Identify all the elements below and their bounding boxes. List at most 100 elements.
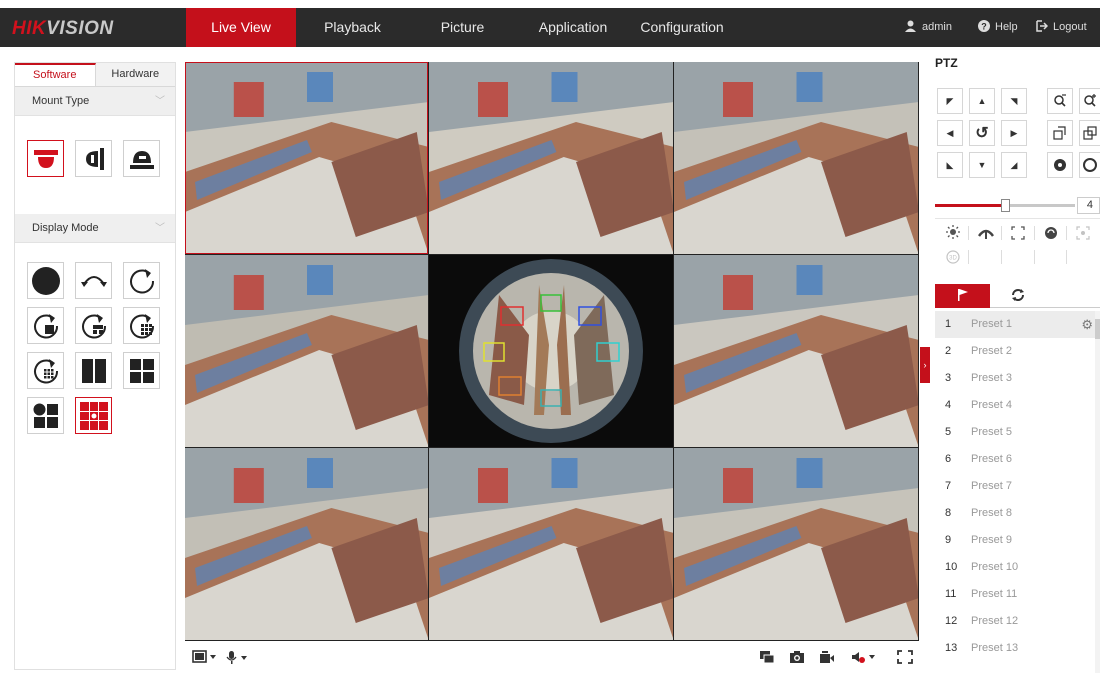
window-layout-button[interactable] <box>192 650 218 664</box>
manual-tracking-icon[interactable] <box>1072 223 1094 243</box>
preset-row[interactable]: 4 Preset 4 <box>935 392 1095 419</box>
ptz-speed-value: 4 <box>1077 197 1100 214</box>
ptz-video-window[interactable] <box>429 448 673 640</box>
wall-mount-icon[interactable] <box>75 140 112 177</box>
ptz-video-window[interactable] <box>185 255 428 447</box>
logout-link[interactable]: Logout <box>1036 8 1087 47</box>
preset-row[interactable]: 3 Preset 3 <box>935 365 1095 392</box>
ptz-down-button[interactable]: ▼ <box>969 152 995 178</box>
zoom-in-icon[interactable] <box>1079 88 1100 114</box>
tab-pattern[interactable] <box>1045 284 1100 308</box>
tab-playback[interactable]: Playback <box>305 8 400 47</box>
tab-picture[interactable]: Picture <box>420 8 505 47</box>
logout-icon <box>1036 10 1049 49</box>
preset-row[interactable]: 1 Preset 1 ⚙ <box>935 311 1095 338</box>
4-ptz-icon[interactable] <box>123 352 160 389</box>
360-panorama-ptz-icon[interactable] <box>27 307 64 344</box>
ceiling-mount-icon[interactable] <box>27 140 64 177</box>
ptz-down-right-button[interactable]: ◢ <box>1001 152 1027 178</box>
preset-scrollbar-thumb[interactable] <box>1095 319 1100 339</box>
preset-scrollbar[interactable] <box>1095 311 1100 673</box>
360-panorama-8ptz-icon[interactable] <box>27 352 64 389</box>
360-panorama-icon[interactable] <box>123 262 160 299</box>
ptz-video-window[interactable] <box>674 255 918 447</box>
preset-row[interactable]: 2 Preset 2 <box>935 338 1095 365</box>
ptz-speed-slider[interactable] <box>935 199 1075 212</box>
microphone-button[interactable] <box>225 650 251 664</box>
desktop-mount-icon[interactable] <box>123 140 160 177</box>
fullscreen-icon[interactable] <box>897 650 913 664</box>
preset-row[interactable]: 6 Preset 6 <box>935 446 1095 473</box>
3d-positioning-icon[interactable]: 3D <box>942 247 964 267</box>
tab-application[interactable]: Application <box>527 8 619 47</box>
preset-row[interactable]: 8 Preset 8 <box>935 500 1095 527</box>
ptz-auto-scan-button[interactable]: ↺ <box>969 120 995 146</box>
help-link[interactable]: ? Help <box>978 8 1018 47</box>
ptz-down-left-button[interactable]: ◣ <box>937 152 963 178</box>
ptz-video-window[interactable] <box>674 62 918 254</box>
ptz-speed-handle[interactable] <box>1001 199 1010 212</box>
top-bar: HIKVISION Live View Playback Picture App… <box>0 0 1100 47</box>
capture-icon[interactable] <box>789 650 805 664</box>
ptz-up-right-button[interactable]: ◥ <box>1001 88 1027 114</box>
ptz-video-window[interactable] <box>185 448 428 640</box>
preset-row[interactable]: 11 Preset 11 <box>935 581 1095 608</box>
fisheye-video-window[interactable] <box>429 255 673 447</box>
gear-icon[interactable]: ⚙ <box>1081 311 1093 338</box>
preset-number: 4 <box>945 399 952 411</box>
focus-near-icon[interactable] <box>1047 120 1073 146</box>
chevron-down-icon: ﹀ <box>155 223 165 234</box>
ptz-right-button[interactable]: ▶ <box>1001 120 1027 146</box>
tab-software[interactable]: Software <box>15 63 96 86</box>
ptz-video-window[interactable] <box>429 62 673 254</box>
display-mode-header[interactable]: Display Mode ﹀ <box>15 214 175 243</box>
ptz-video-window[interactable] <box>185 62 428 254</box>
tab-patrol[interactable] <box>990 284 1045 308</box>
ptz-up-left-button[interactable]: ◤ <box>937 88 963 114</box>
iris-open-icon[interactable] <box>1079 152 1100 178</box>
preset-row[interactable]: 5 Preset 5 <box>935 419 1095 446</box>
half-dual-panorama-icon[interactable] <box>75 352 112 389</box>
mount-type-header[interactable]: Mount Type ﹀ <box>15 87 175 116</box>
zoom-out-icon[interactable] <box>1047 88 1073 114</box>
iris-close-icon[interactable] <box>1047 152 1073 178</box>
preset-number: 11 <box>945 588 957 600</box>
360-panorama-6ptz-icon[interactable] <box>123 307 160 344</box>
ptz-left-button[interactable]: ◀ <box>937 120 963 146</box>
ptz-video-window[interactable] <box>674 448 918 640</box>
tab-live-view[interactable]: Live View <box>186 8 296 47</box>
lens-initialization-icon[interactable] <box>1040 223 1062 243</box>
fisheye-view-icon[interactable] <box>27 262 64 299</box>
preset-row[interactable]: 10 Preset 10 <box>935 554 1095 581</box>
collapse-ptz-panel-button[interactable]: › <box>920 347 930 383</box>
preset-row[interactable]: 7 Preset 7 <box>935 473 1095 500</box>
ptz-up-button[interactable]: ▲ <box>969 88 995 114</box>
tab-configuration[interactable]: Configuration <box>636 8 728 47</box>
ptz-title: PTZ <box>935 56 958 70</box>
focus-far-icon[interactable] <box>1079 120 1100 146</box>
180-panorama-icon[interactable] <box>75 262 112 299</box>
live-view-toolbar <box>185 641 919 673</box>
preset-row[interactable]: 13 Preset 13 <box>935 635 1095 662</box>
fisheye-8ptz-icon[interactable] <box>75 397 112 434</box>
record-icon[interactable] <box>819 650 835 664</box>
ptz-panel: PTZ ◤ ▲ ◥ ◀ ↺ ▶ ◣ ▼ ◢ 4 3D 1 Preset 1 ⚙ … <box>930 50 1100 673</box>
preset-name: Preset 4 <box>971 399 1012 411</box>
svg-text:?: ? <box>981 22 987 32</box>
360-panorama-3ptz-icon[interactable] <box>75 307 112 344</box>
fisheye-3ptz-icon[interactable] <box>27 397 64 434</box>
light-icon[interactable] <box>942 223 964 243</box>
preset-flag-icon <box>957 288 969 305</box>
tab-presets[interactable] <box>935 284 990 308</box>
username: admin <box>922 21 952 33</box>
stop-all-preview-icon[interactable] <box>759 650 775 664</box>
audio-volume-icon[interactable] <box>851 650 877 664</box>
preset-row[interactable]: 12 Preset 12 <box>935 608 1095 635</box>
one-touch-focus-icon[interactable] <box>1007 223 1029 243</box>
preset-row[interactable]: 9 Preset 9 <box>935 527 1095 554</box>
preset-name: Preset 9 <box>971 534 1012 546</box>
preset-name: Preset 3 <box>971 372 1012 384</box>
user-menu[interactable]: admin <box>904 8 952 47</box>
wiper-icon[interactable] <box>975 223 997 243</box>
tab-hardware[interactable]: Hardware <box>95 63 175 86</box>
